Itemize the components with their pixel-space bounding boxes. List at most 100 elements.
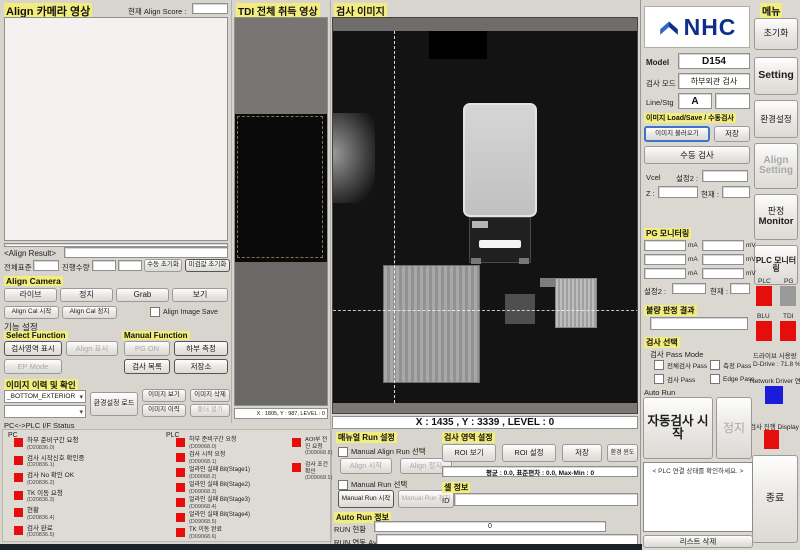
status-label: 검사 시작신호 확인중 (27, 455, 162, 463)
align-image-save-checkbox[interactable]: Align Image Save (150, 307, 218, 317)
divider (231, 0, 232, 423)
manual-run-start-button[interactable]: Manual Run 시작 (338, 490, 394, 508)
status-item: AOI부 전진 요청 (D09068.8) (292, 437, 332, 456)
image-sub-dropdown[interactable]: ▾ (4, 405, 86, 418)
align-score-input[interactable] (192, 3, 228, 14)
list-clear-button[interactable]: 리스트 삭제 (643, 535, 753, 548)
plc-status-list: 하부 준비구간 요청 (D09068.0) 검사 시작 요청 (D09068.1… (176, 437, 288, 542)
chevron-down-icon: ▾ (79, 408, 83, 416)
chevron-down-icon: ▾ (79, 393, 83, 401)
status-code: (D09068.2) (189, 474, 288, 480)
pg-field (644, 240, 686, 251)
roi-view-button[interactable]: ROI 보기 (442, 444, 496, 462)
align-setting-button[interactable]: Align Setting (754, 143, 798, 189)
all-pass-checkbox[interactable]: 전체검사 Pass (654, 360, 707, 370)
run-status-label: RUN 현황 (334, 524, 366, 535)
image-view-button[interactable]: 이미지 보기 (142, 389, 186, 402)
inspect-panel-title: 검사 이미지 (334, 3, 387, 18)
total-label: 전체표준 (4, 262, 32, 273)
inspect-mode-value: 하부외관 검사 (678, 73, 750, 89)
exit-button[interactable]: 종료 (752, 455, 798, 543)
line-stg-value: A (678, 93, 712, 109)
folder-open-button[interactable]: 폴더 열기 (190, 404, 230, 417)
env-load-button[interactable]: 환경설정 로드 (90, 392, 138, 416)
init-button[interactable]: 초기화 (754, 18, 798, 50)
z-input[interactable] (658, 186, 698, 198)
striped-square (555, 278, 597, 328)
align-cal-start-button[interactable]: Align Cal 시작 (4, 306, 59, 319)
inspect-pass-checkbox[interactable]: 검사 Pass (654, 374, 695, 384)
image-load-button[interactable]: 이미지 불러오기 (644, 126, 710, 142)
status-led-icon (14, 491, 23, 500)
manual-inspect-button[interactable]: 수동 검사 (644, 146, 750, 164)
inspect-list-button[interactable]: 검사 목록 (124, 359, 170, 374)
inspect-top-strip (333, 18, 638, 31)
extra-input[interactable] (118, 260, 142, 271)
stop-button[interactable]: 정지 (716, 397, 752, 459)
ep-mode-button[interactable]: EP Mode (4, 359, 62, 374)
align-view-button[interactable]: Align 표시 (66, 341, 118, 356)
z-label: Z : (646, 189, 655, 198)
value-reset-button[interactable]: 미검값 초기화 (185, 259, 230, 272)
inspect-select-title: 검사 선택 (644, 337, 680, 348)
align-camera-viewport[interactable] (4, 17, 228, 241)
roi-window-button[interactable]: 환경 윈도 (607, 444, 638, 462)
status-label: 검사 완료 (27, 525, 162, 533)
camera-grab-button[interactable]: Grab (116, 288, 169, 302)
defect-result-field (650, 317, 748, 330)
pc-status-list: 하부 준비구간 요청 (D20836.0) 검사 시작신호 확인중 (D2083… (14, 437, 162, 542)
pg-on-button[interactable]: PG ON (124, 341, 170, 356)
network-status-square (765, 386, 783, 404)
judge-monitor-button[interactable]: 판정 Monitor (754, 194, 798, 240)
manual-align-run-checkbox[interactable]: Manual Align Run 선택 (338, 446, 426, 457)
status-label: 검사 No 확인 OK (27, 472, 162, 480)
tdi-image-viewport[interactable] (234, 17, 328, 406)
pcb-label-region (383, 265, 480, 383)
qty-label: 진행수량 (62, 262, 90, 273)
network-driver-title: Network Driver 연결 (750, 375, 800, 385)
blu-square-label: BLU (757, 313, 770, 320)
status-label: TK 이동 완료 (189, 527, 288, 534)
status-led-icon (176, 453, 185, 462)
roi-save-button[interactable]: 저장 (562, 444, 602, 462)
manual-run-checkbox[interactable]: Manual Run 선택 (338, 479, 407, 490)
total-input[interactable] (33, 260, 59, 271)
pg-set-input[interactable] (672, 283, 706, 294)
measure-pass-checkbox[interactable]: 측정 Pass (710, 360, 751, 370)
qty-input[interactable] (92, 260, 116, 271)
status-code: (D20836.5) (27, 532, 162, 538)
image-history-button[interactable]: 이미지 이력 (142, 404, 186, 417)
inspect-image-viewport[interactable] (332, 17, 638, 414)
device-module (463, 103, 537, 217)
checkbox-label: 측정 Pass (723, 360, 751, 370)
align-result-input[interactable] (64, 247, 228, 258)
camera-live-button[interactable]: 라이브 (4, 288, 57, 302)
align-cal-stop-button[interactable]: Align Cal 정지 (62, 306, 117, 319)
status-item: 하부 준비구간 요청 (D09068.0) (176, 437, 288, 450)
save-button[interactable]: 저장 (714, 126, 750, 142)
inspect-area-view-button[interactable]: 검사영역 표시 (4, 341, 62, 356)
roi-set-button[interactable]: ROI 설정 (502, 444, 556, 462)
camera-stop-button[interactable]: 정지 (60, 288, 113, 302)
env-setting-button[interactable]: 환경설정 (754, 100, 798, 138)
storage-button[interactable]: 저장소 (174, 359, 228, 374)
status-item: 검사 시작신호 확인중 (D20836.1) (14, 455, 162, 469)
image-delete-button[interactable]: 이미지 삭제 (190, 389, 230, 402)
image-type-dropdown[interactable]: _BOTTOM_EXTERIOR▾ (4, 390, 86, 403)
now-input (722, 186, 750, 198)
tdi-roi-outline (237, 116, 323, 258)
checkbox-label: 검사 Pass (667, 374, 695, 384)
align-camera-section-title: Align Camera (4, 276, 63, 286)
manual-reset-button[interactable]: 수동 초기화 (144, 259, 182, 272)
setting-button[interactable]: Setting (754, 57, 798, 95)
sub-measure-button[interactable]: 하부 측정 (174, 341, 228, 356)
vcel-set-input[interactable] (702, 170, 748, 182)
message-listbox[interactable]: < PLC 연결 상태를 확인하세요. > (643, 462, 753, 532)
camera-view-button[interactable]: 보기 (172, 288, 228, 302)
edge-pass-checkbox[interactable]: Edge Pass (710, 374, 754, 384)
status-label: 하부 준비구간 요청 (27, 437, 162, 445)
status-item: 얼라인 실패 Bit(Stage4) (D09068.5) (176, 512, 288, 525)
align-start-button[interactable]: Align 시작 (340, 458, 392, 474)
cell-id-input[interactable] (454, 493, 638, 506)
auto-inspect-start-button[interactable]: 자동검사 시작 (643, 397, 713, 459)
